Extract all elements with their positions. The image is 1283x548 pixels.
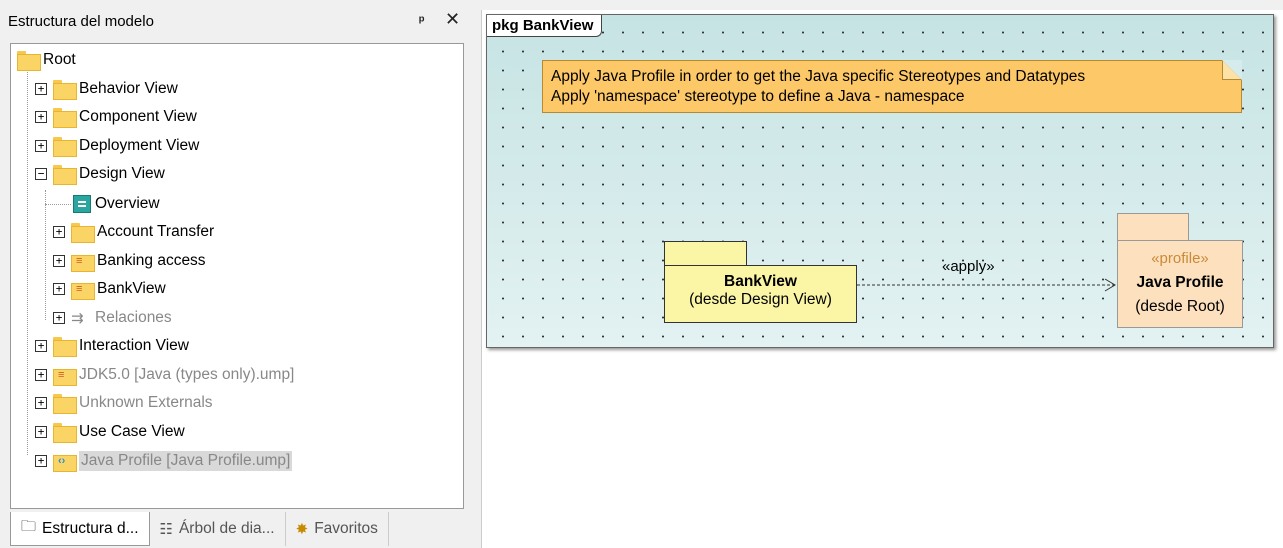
tree-item-component-view[interactable]: + Component View [35, 105, 197, 129]
tree-item-interaction-view[interactable]: + Interaction View [35, 334, 189, 358]
tree-item-label: Overview [95, 195, 160, 212]
note[interactable]: Apply Java Profile in order to get the J… [542, 60, 1242, 113]
expand-icon[interactable]: + [35, 140, 47, 152]
folder-icon [53, 423, 77, 443]
note-line: Apply Java Profile in order to get the J… [551, 68, 1086, 85]
tree-item-label: Component View [79, 108, 197, 125]
tree-item-label: Account Transfer [97, 223, 215, 240]
java-package-icon: ≡ [53, 366, 77, 386]
star-icon: ✸ [295, 521, 309, 538]
stereotype-label: «profile» [1151, 250, 1209, 267]
tree-item-jdk[interactable]: + ≡ JDK5.0 [Java (types only).ump] [35, 363, 294, 387]
folder-icon [53, 137, 77, 157]
tab-label: Estructura d... [42, 519, 139, 537]
tree-item-relaciones[interactable]: + ⇉ Relaciones [53, 306, 172, 330]
profile-package-icon: ‹› [53, 452, 77, 472]
tree-item-use-case-view[interactable]: + Use Case View [35, 420, 185, 444]
expand-icon[interactable]: + [53, 255, 65, 267]
folder-icon [53, 337, 77, 357]
java-package-icon: ≡ [71, 252, 95, 272]
diagram-icon [73, 195, 91, 213]
collapse-icon[interactable]: − [35, 168, 47, 180]
dependency-label: «apply» [942, 258, 995, 275]
java-profile-package[interactable]: «profile» Java Profile (desde Root) [1117, 240, 1243, 328]
note-fold-icon [1222, 60, 1242, 80]
panel-header: Estructura del modelo ᵖ ✕ [0, 0, 474, 40]
tree-item-label: BankView [97, 280, 166, 297]
tree-item-label: JDK5.0 [Java (types only).ump] [79, 366, 295, 383]
expand-icon[interactable]: + [35, 426, 47, 438]
profile-package-tab [1117, 213, 1189, 241]
model-tree: Root + Behavior View + Component View + … [10, 43, 464, 509]
package-frame[interactable]: pkg BankView Apply Java Profile in order… [486, 14, 1274, 348]
expand-icon[interactable]: + [35, 369, 47, 381]
tree-item-label: Deployment View [79, 137, 200, 154]
expand-icon[interactable]: + [35, 455, 47, 467]
diagram-canvas[interactable]: pkg BankView Apply Java Profile in order… [481, 10, 1283, 548]
tree-item-label: Banking access [97, 252, 206, 269]
folder-icon [17, 51, 41, 71]
close-icon[interactable]: ✕ [445, 9, 460, 30]
tree-item-banking-access[interactable]: + ≡ Banking access [53, 249, 206, 273]
tree-item-bankview[interactable]: + ≡ BankView [53, 277, 166, 301]
expand-icon[interactable]: + [53, 226, 65, 238]
folder-outline-icon: 🗀 [21, 518, 37, 535]
folder-icon [71, 223, 95, 243]
note-line: Apply 'namespace' stereotype to define a… [551, 88, 965, 105]
expand-icon[interactable]: + [35, 397, 47, 409]
tab-model-tree[interactable]: 🗀 Estructura d... [10, 512, 150, 546]
tab-diagram-tree[interactable]: ☷ Árbol de dia... [150, 512, 286, 546]
tab-label: Favoritos [314, 520, 378, 537]
tree-item-overview[interactable]: Overview [73, 192, 160, 216]
tab-favorites[interactable]: ✸ Favoritos [286, 512, 389, 546]
bankview-package-tab [664, 241, 747, 267]
tree-item-behavior-view[interactable]: + Behavior View [35, 77, 178, 101]
expand-icon[interactable]: + [35, 111, 47, 123]
tree-item-unknown-externals[interactable]: + Unknown Externals [35, 391, 213, 415]
expand-icon[interactable]: + [53, 283, 65, 295]
tab-label: Árbol de dia... [178, 520, 275, 537]
tree-item-label: Interaction View [79, 337, 189, 354]
bankview-package[interactable]: BankView (desde Design View) [664, 265, 857, 323]
tree-item-label: Design View [79, 165, 165, 182]
pin-icon[interactable]: ᵖ [419, 12, 424, 28]
tree-guide [27, 70, 28, 455]
package-name: Java Profile [1136, 274, 1224, 291]
expand-icon[interactable]: + [35, 83, 47, 95]
tree-item-label: Java Profile [Java Profile.ump] [79, 451, 293, 471]
folder-icon [53, 394, 77, 414]
java-package-icon: ≡ [71, 280, 95, 300]
package-name: BankView [724, 273, 797, 290]
folder-icon [53, 108, 77, 128]
frame-label: pkg BankView [487, 15, 603, 37]
panel-tabs: 🗀 Estructura d... ☷ Árbol de dia... ✸ Fa… [10, 512, 389, 546]
tree-item-label: Unknown Externals [79, 394, 213, 411]
tree-guide [45, 190, 46, 320]
folder-icon [53, 80, 77, 100]
expand-icon[interactable]: + [35, 340, 47, 352]
apply-dependency[interactable] [857, 275, 1119, 295]
folder-icon [53, 165, 77, 185]
tree-item-label: Root [43, 51, 76, 68]
tree-item-root[interactable]: Root [17, 48, 76, 72]
diagram-tree-icon: ☷ [159, 521, 173, 538]
tree-item-design-view[interactable]: − Design View [35, 162, 165, 186]
panel-title: Estructura del modelo [8, 13, 154, 30]
tree-item-java-profile[interactable]: + ‹› Java Profile [Java Profile.ump] [35, 449, 293, 473]
tree-guide [45, 204, 71, 205]
tree-item-label: Relaciones [95, 309, 172, 326]
tree-item-account-transfer[interactable]: + Account Transfer [53, 220, 214, 244]
tree-item-deployment-view[interactable]: + Deployment View [35, 134, 199, 158]
model-tree-panel: Estructura del modelo ᵖ ✕ Root + Behavio… [0, 0, 474, 548]
relations-icon: ⇉ [71, 310, 84, 327]
tree-item-label: Use Case View [79, 423, 185, 440]
tree-item-label: Behavior View [79, 80, 178, 97]
expand-icon[interactable]: + [53, 312, 65, 324]
package-origin: (desde Design View) [689, 291, 832, 308]
package-origin: (desde Root) [1135, 298, 1225, 315]
